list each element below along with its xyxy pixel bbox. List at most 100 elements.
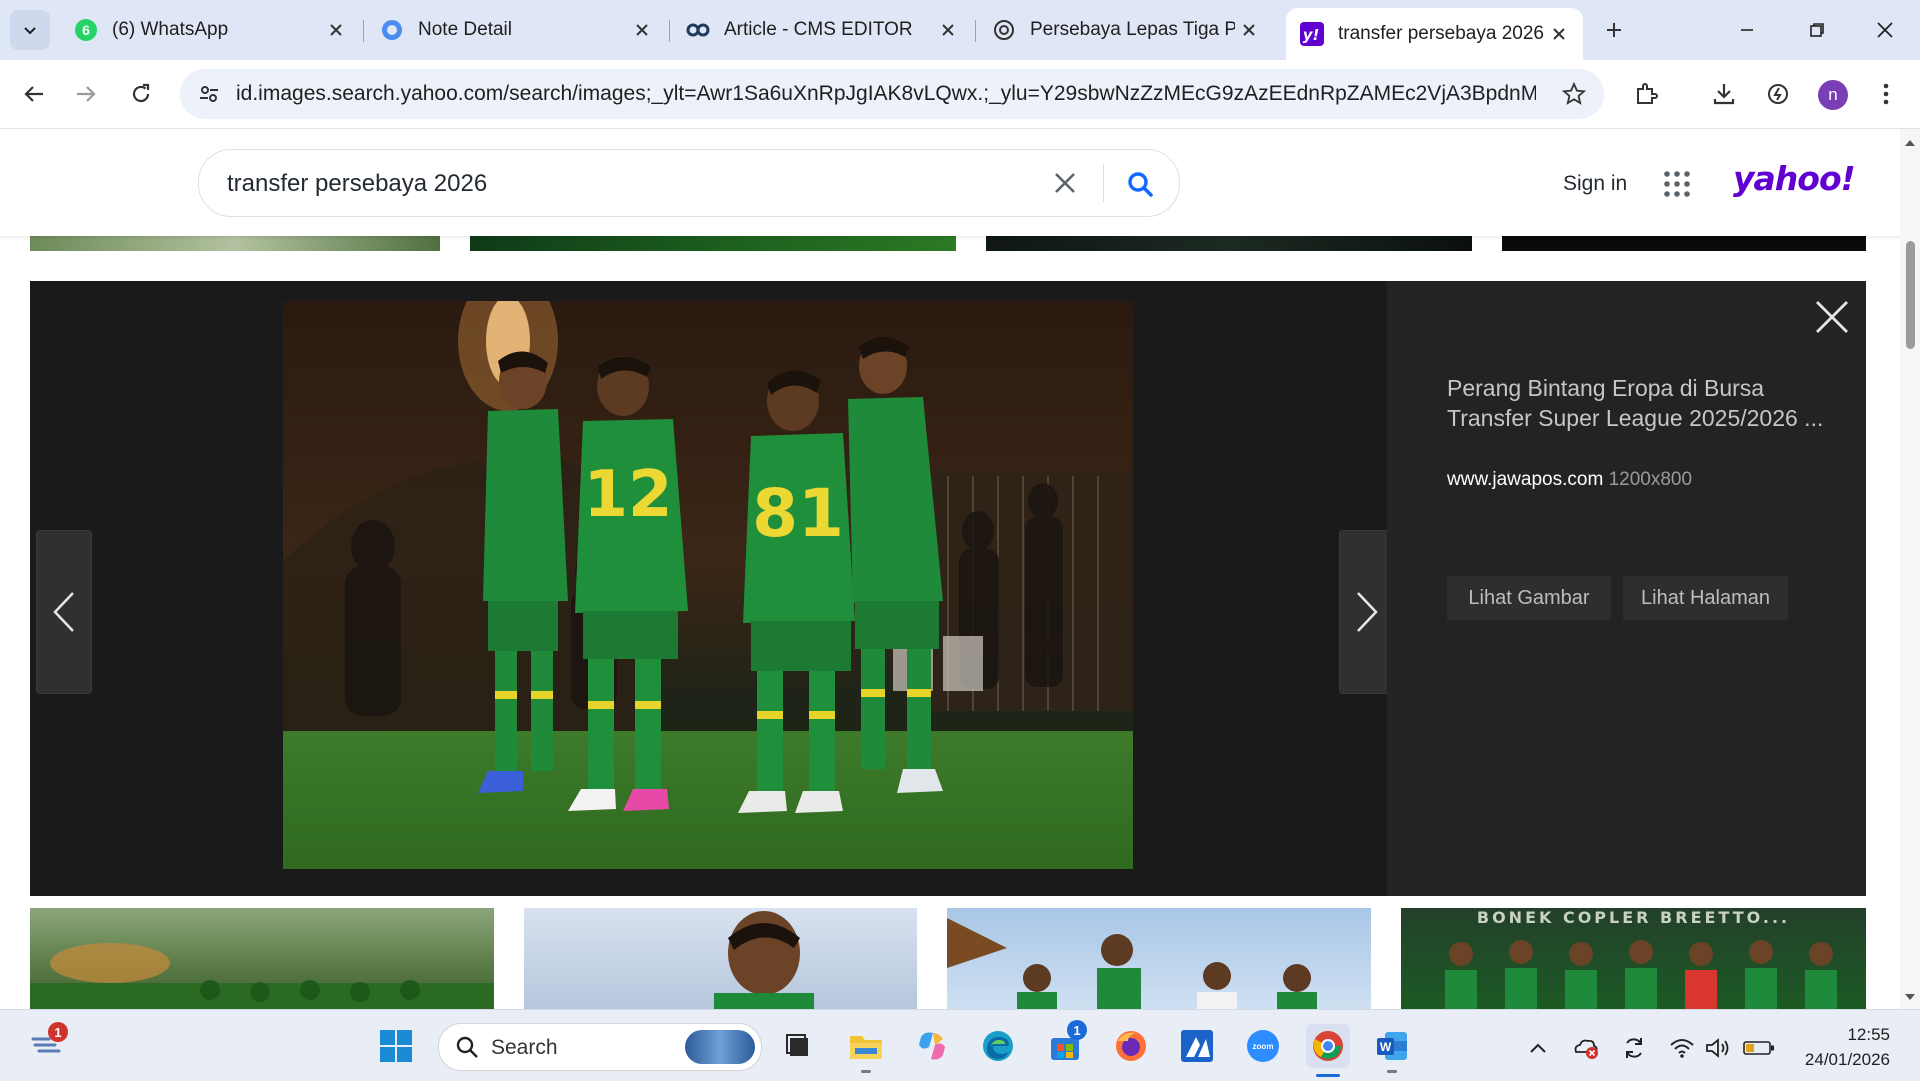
- tab-yahoo-search-active[interactable]: y! transfer persebaya 2026: [1286, 8, 1583, 60]
- chevron-left-icon: [53, 592, 74, 632]
- tab-title: Article - CMS EDITOR: [724, 19, 913, 40]
- search-input[interactable]: transfer persebaya 2026: [227, 170, 487, 198]
- tab-search-button[interactable]: [10, 10, 50, 50]
- browser-toolbar: id.images.search.yahoo.com/search/images…: [0, 60, 1920, 129]
- close-tab-icon[interactable]: [934, 16, 962, 44]
- widgets-icon[interactable]: 1: [28, 1022, 68, 1066]
- tab-persebaya-chatgpt[interactable]: Persebaya Lepas Tiga Per: [978, 8, 1273, 52]
- whatsapp-icon: 6: [74, 18, 98, 42]
- view-page-button[interactable]: Lihat Halaman: [1623, 576, 1788, 620]
- minimize-icon: [1741, 29, 1753, 31]
- scrollbar-thumb[interactable]: [1906, 241, 1915, 349]
- apps-grid-icon[interactable]: [1662, 169, 1692, 199]
- address-bar[interactable]: id.images.search.yahoo.com/search/images…: [180, 69, 1604, 119]
- close-tab-icon[interactable]: [1545, 20, 1573, 48]
- previous-image-button[interactable]: [36, 530, 92, 694]
- image-thumbnail[interactable]: [470, 236, 956, 251]
- image-thumbnail[interactable]: [986, 236, 1472, 251]
- running-indicator: [861, 1070, 871, 1073]
- clock[interactable]: 12:55 24/01/2026: [1790, 1022, 1890, 1072]
- url-text[interactable]: id.images.search.yahoo.com/search/images…: [236, 82, 1536, 106]
- page-scrollbar[interactable]: [1900, 129, 1920, 1009]
- close-tab-icon[interactable]: [322, 16, 350, 44]
- svg-text:zoom: zoom: [1253, 1042, 1274, 1051]
- image-dimensions: 1200x800: [1608, 469, 1693, 490]
- download-icon[interactable]: [1706, 76, 1742, 112]
- scroll-up-icon[interactable]: [1904, 137, 1916, 149]
- wifi-icon[interactable]: [1668, 1034, 1696, 1062]
- source-domain-link[interactable]: www.jawapos.com: [1447, 469, 1603, 490]
- volume-icon[interactable]: [1704, 1034, 1732, 1062]
- clock-date: 24/01/2026: [1804, 1050, 1890, 1069]
- plus-icon: [1607, 23, 1621, 37]
- extensions-icon[interactable]: [1628, 76, 1664, 112]
- chevron-down-icon: [24, 27, 36, 35]
- clock-time: 12:55: [1847, 1025, 1890, 1044]
- minimize-button[interactable]: [1712, 0, 1782, 60]
- chrome-icon[interactable]: [1306, 1024, 1350, 1068]
- sync-icon[interactable]: [1620, 1034, 1648, 1062]
- arrow-right-icon: [77, 86, 96, 102]
- site-info-icon[interactable]: [194, 79, 224, 109]
- football-players-photo: 12 81: [283, 301, 1133, 869]
- file-explorer-icon[interactable]: [846, 1026, 886, 1066]
- image-title[interactable]: Perang Bintang Eropa di Bursa Transfer S…: [1447, 373, 1837, 433]
- search-icon: [456, 1036, 478, 1058]
- battery-icon[interactable]: [1742, 1034, 1776, 1062]
- close-viewer-icon[interactable]: [1814, 299, 1850, 335]
- preview-image[interactable]: 12 81: [283, 301, 1133, 869]
- clear-search-icon[interactable]: [1049, 167, 1081, 199]
- show-hidden-icons-chevron-icon[interactable]: [1524, 1034, 1552, 1062]
- image-thumbnail[interactable]: [947, 908, 1371, 1009]
- firefox-icon[interactable]: [1111, 1026, 1151, 1066]
- start-button[interactable]: [376, 1026, 416, 1066]
- taskbar-search[interactable]: Search: [438, 1023, 762, 1071]
- image-thumbnail[interactable]: BONEK COPLER BREETTO...: [1401, 908, 1866, 1009]
- menu-kebab-icon[interactable]: [1868, 76, 1904, 112]
- edge-icon[interactable]: [978, 1026, 1018, 1066]
- taskbar: 1 Search 1 zoom W 12:55 24/01/2026: [0, 1009, 1920, 1081]
- new-tab-button[interactable]: [1596, 12, 1632, 48]
- scroll-down-icon[interactable]: [1904, 991, 1916, 1003]
- search-icon[interactable]: [1123, 167, 1157, 201]
- profile-avatar[interactable]: n: [1818, 80, 1848, 110]
- task-view-icon[interactable]: [778, 1026, 818, 1066]
- chevron-right-icon: [1357, 592, 1378, 632]
- app-icon-blue[interactable]: [1177, 1026, 1217, 1066]
- close-window-button[interactable]: [1850, 0, 1920, 60]
- svg-text:6: 6: [82, 22, 90, 38]
- reload-button[interactable]: [121, 74, 161, 114]
- arrow-left-icon: [24, 86, 43, 102]
- tab-title: (6) WhatsApp: [112, 19, 229, 40]
- tab-whatsapp[interactable]: 6 (6) WhatsApp: [60, 8, 360, 52]
- tab-note-detail[interactable]: Note Detail: [366, 8, 666, 52]
- store-badge: 1: [1067, 1020, 1087, 1040]
- tab-separator: [363, 20, 364, 42]
- openai-icon: [992, 18, 1016, 42]
- sign-in-link[interactable]: Sign in: [1563, 172, 1627, 196]
- word-icon[interactable]: W: [1372, 1026, 1412, 1066]
- back-button[interactable]: [14, 74, 54, 114]
- copilot-icon[interactable]: [912, 1026, 952, 1066]
- image-thumbnail[interactable]: [30, 908, 494, 1009]
- search-box[interactable]: transfer persebaya 2026: [198, 149, 1180, 217]
- onedrive-error-icon[interactable]: [1572, 1034, 1600, 1062]
- close-tab-icon[interactable]: [1235, 16, 1263, 44]
- forward-button[interactable]: [66, 74, 106, 114]
- svg-text:y!: y!: [1303, 26, 1320, 44]
- image-thumbnail[interactable]: [1502, 236, 1866, 251]
- restore-button[interactable]: [1782, 0, 1852, 60]
- active-indicator: [1316, 1074, 1340, 1077]
- view-image-button[interactable]: Lihat Gambar: [1447, 576, 1611, 620]
- yahoo-favicon-icon: y!: [1300, 22, 1324, 46]
- performance-icon[interactable]: [1760, 76, 1796, 112]
- bookmark-star-icon[interactable]: [1560, 80, 1588, 108]
- close-tab-icon[interactable]: [628, 16, 656, 44]
- yahoo-logo[interactable]: yahoo!: [1733, 159, 1856, 198]
- tab-cms-editor[interactable]: Article - CMS EDITOR: [672, 8, 972, 52]
- zoom-icon[interactable]: zoom: [1243, 1026, 1283, 1066]
- note-app-icon: [380, 18, 404, 42]
- image-thumbnail[interactable]: [524, 908, 917, 1009]
- microsoft-store-icon[interactable]: 1: [1045, 1020, 1087, 1066]
- image-thumbnail[interactable]: [30, 236, 440, 251]
